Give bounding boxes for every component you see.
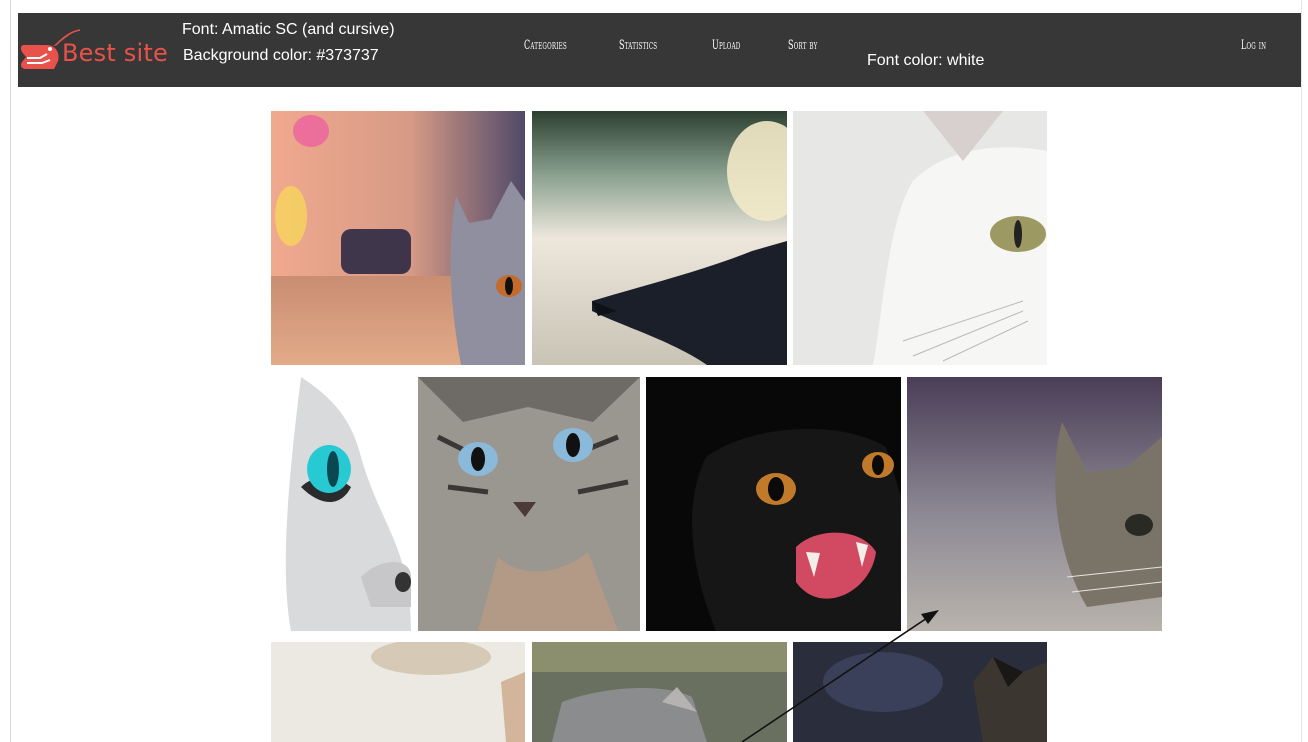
cat-photo-icon bbox=[271, 111, 525, 365]
login-link[interactable]: Log in bbox=[1241, 38, 1266, 53]
cat-photo-icon bbox=[532, 111, 787, 365]
background-color-note: Background color: #373737 bbox=[183, 47, 379, 64]
nav-upload[interactable]: Upload bbox=[712, 38, 740, 53]
gallery-tile[interactable] bbox=[532, 642, 787, 742]
cat-photo-icon bbox=[271, 642, 525, 742]
navbar: Best site Font: Amatic SC (and cursive) … bbox=[18, 13, 1301, 87]
logo-text: Best site bbox=[62, 39, 168, 67]
gallery-tile[interactable] bbox=[793, 642, 1047, 742]
cat-photo-icon bbox=[646, 377, 901, 631]
nav-statistics[interactable]: Statistics bbox=[619, 38, 657, 53]
gallery-tile[interactable] bbox=[271, 642, 525, 742]
font-color-note: Font color: white bbox=[867, 52, 985, 69]
page-border-left bbox=[10, 0, 11, 742]
cat-photo-icon bbox=[793, 642, 1047, 742]
cat-photo-icon bbox=[418, 377, 640, 631]
nav-categories[interactable]: Categories bbox=[524, 38, 567, 53]
gallery-tile[interactable] bbox=[532, 111, 787, 365]
gallery-tile[interactable] bbox=[271, 377, 411, 631]
gallery-tile[interactable] bbox=[646, 377, 901, 631]
cat-photo-icon bbox=[793, 111, 1047, 365]
page-border-right bbox=[1301, 0, 1302, 742]
gallery-tile[interactable] bbox=[793, 111, 1047, 365]
gallery-tile[interactable] bbox=[907, 377, 1162, 631]
nav-sort-by[interactable]: Sort by bbox=[788, 38, 817, 53]
gallery-tile[interactable] bbox=[271, 111, 525, 365]
gallery-tile[interactable] bbox=[418, 377, 640, 631]
cat-photo-icon bbox=[532, 642, 787, 742]
cat-photo-icon bbox=[907, 377, 1162, 631]
font-note: Font: Amatic SC (and cursive) bbox=[182, 21, 395, 38]
cat-photo-icon bbox=[271, 377, 411, 631]
logo[interactable]: Best site bbox=[20, 21, 170, 79]
